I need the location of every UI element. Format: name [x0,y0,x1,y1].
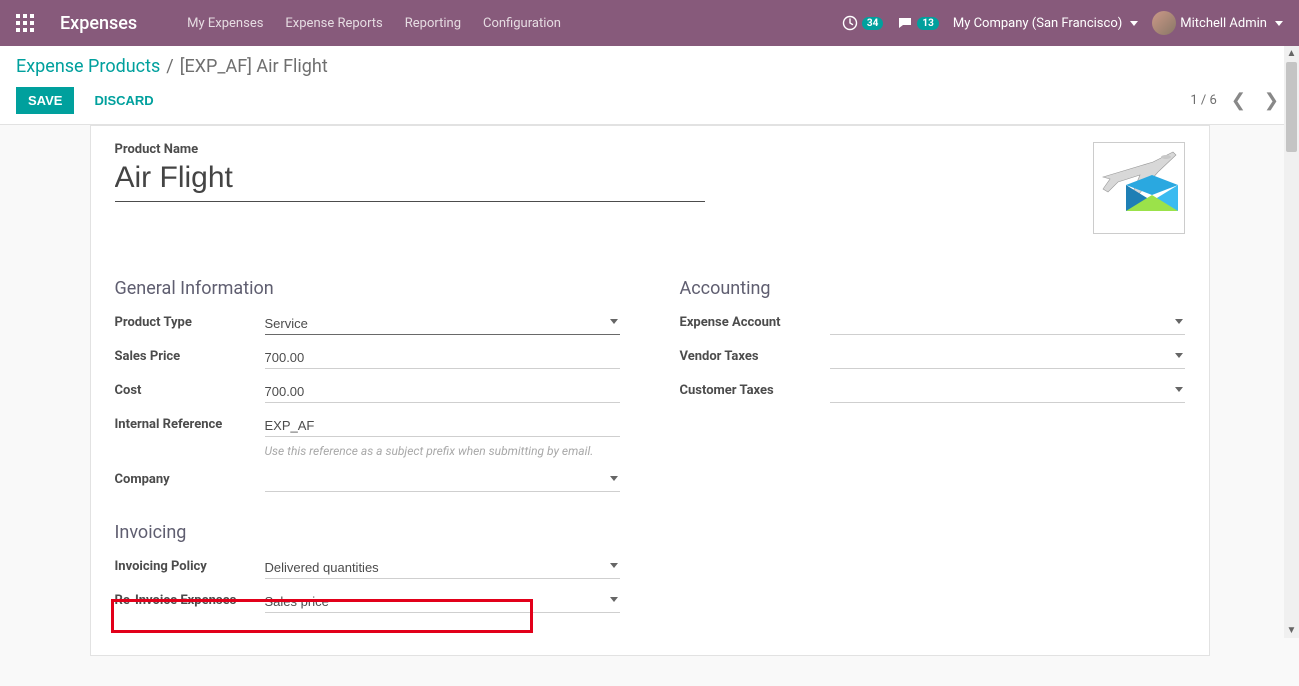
action-row: SAVE DISCARD 1 / 6 ❮ ❯ [16,87,1283,114]
pager-prev[interactable]: ❮ [1227,90,1250,111]
customer-taxes-select[interactable] [830,381,1185,403]
sales-price-input[interactable] [265,347,620,369]
section-general: General Information [115,278,620,299]
breadcrumb: Expense Products / [EXP_AF] Air Flight [16,56,1283,77]
product-name-input[interactable] [115,159,705,202]
discard-button[interactable]: DISCARD [82,87,165,114]
company-switcher[interactable]: My Company (San Francisco) [953,16,1138,31]
topbar: Expenses My Expenses Expense Reports Rep… [0,0,1299,46]
control-panel: Expense Products / [EXP_AF] Air Flight S… [0,46,1299,125]
scroll-up-arrow[interactable]: ▲ [1284,46,1299,61]
breadcrumb-parent[interactable]: Expense Products [16,56,160,77]
nav-links: My Expenses Expense Reports Reporting Co… [177,10,571,37]
save-button[interactable]: SAVE [16,87,74,114]
expense-account-select[interactable] [830,313,1185,335]
label-sales-price: Sales Price [115,347,265,364]
activity-indicator[interactable]: 34 [842,15,883,31]
label-internal-reference: Internal Reference [115,415,265,432]
activity-badge: 34 [862,17,883,30]
vendor-taxes-select[interactable] [830,347,1185,369]
label-cost: Cost [115,381,265,398]
label-product-type: Product Type [115,313,265,330]
company-name: My Company (San Francisco) [953,16,1122,31]
scroll-thumb[interactable] [1286,62,1297,152]
apps-icon[interactable] [16,14,34,32]
envelope-icon [1124,173,1180,217]
col-general: General Information Product Type Sales P… [115,278,620,625]
label-vendor-taxes: Vendor Taxes [680,347,830,364]
pager-next[interactable]: ❯ [1260,90,1283,111]
pager: 1 / 6 ❮ ❯ [1190,90,1283,111]
internal-reference-input[interactable] [265,415,620,437]
label-expense-account: Expense Account [680,313,830,330]
label-reinvoice: Re-Invoice Expenses [115,591,265,608]
clock-icon [842,15,858,31]
nav-expense-reports[interactable]: Expense Reports [275,10,392,37]
label-company: Company [115,470,265,487]
nav-configuration[interactable]: Configuration [473,10,571,37]
chevron-down-icon [1130,21,1138,26]
label-customer-taxes: Customer Taxes [680,381,830,398]
internal-reference-help: Use this reference as a subject prefix w… [265,443,605,460]
nav-reporting[interactable]: Reporting [395,10,471,37]
company-select[interactable] [265,470,620,492]
product-type-select[interactable] [265,313,620,335]
cost-input[interactable] [265,381,620,403]
scroll-down-arrow[interactable]: ▼ [1284,623,1299,638]
nav-my-expenses[interactable]: My Expenses [177,10,273,37]
topbar-right: 34 13 My Company (San Francisco) Mitchel… [842,11,1283,35]
pager-text: 1 / 6 [1190,93,1216,108]
breadcrumb-current: [EXP_AF] Air Flight [180,56,328,77]
invoicing-policy-select[interactable] [265,557,620,579]
scrollbar[interactable]: ▲ ▼ [1284,46,1299,638]
product-name-label: Product Name [115,142,1093,157]
app-brand[interactable]: Expenses [60,13,137,34]
reinvoice-select[interactable] [265,591,620,613]
user-name: Mitchell Admin [1180,16,1267,31]
avatar [1152,11,1176,35]
user-menu[interactable]: Mitchell Admin [1152,11,1283,35]
label-invoicing-policy: Invoicing Policy [115,557,265,574]
section-invoicing: Invoicing [115,522,620,543]
discuss-badge: 13 [917,17,938,30]
breadcrumb-separator: / [166,56,173,77]
chat-icon [897,15,913,31]
section-accounting: Accounting [680,278,1185,299]
chevron-down-icon [1275,21,1283,26]
discuss-indicator[interactable]: 13 [897,15,938,31]
product-image[interactable] [1093,142,1185,234]
col-accounting: Accounting Expense Account Vendor Taxes [680,278,1185,625]
form-sheet: Product Name General Information [90,125,1210,656]
